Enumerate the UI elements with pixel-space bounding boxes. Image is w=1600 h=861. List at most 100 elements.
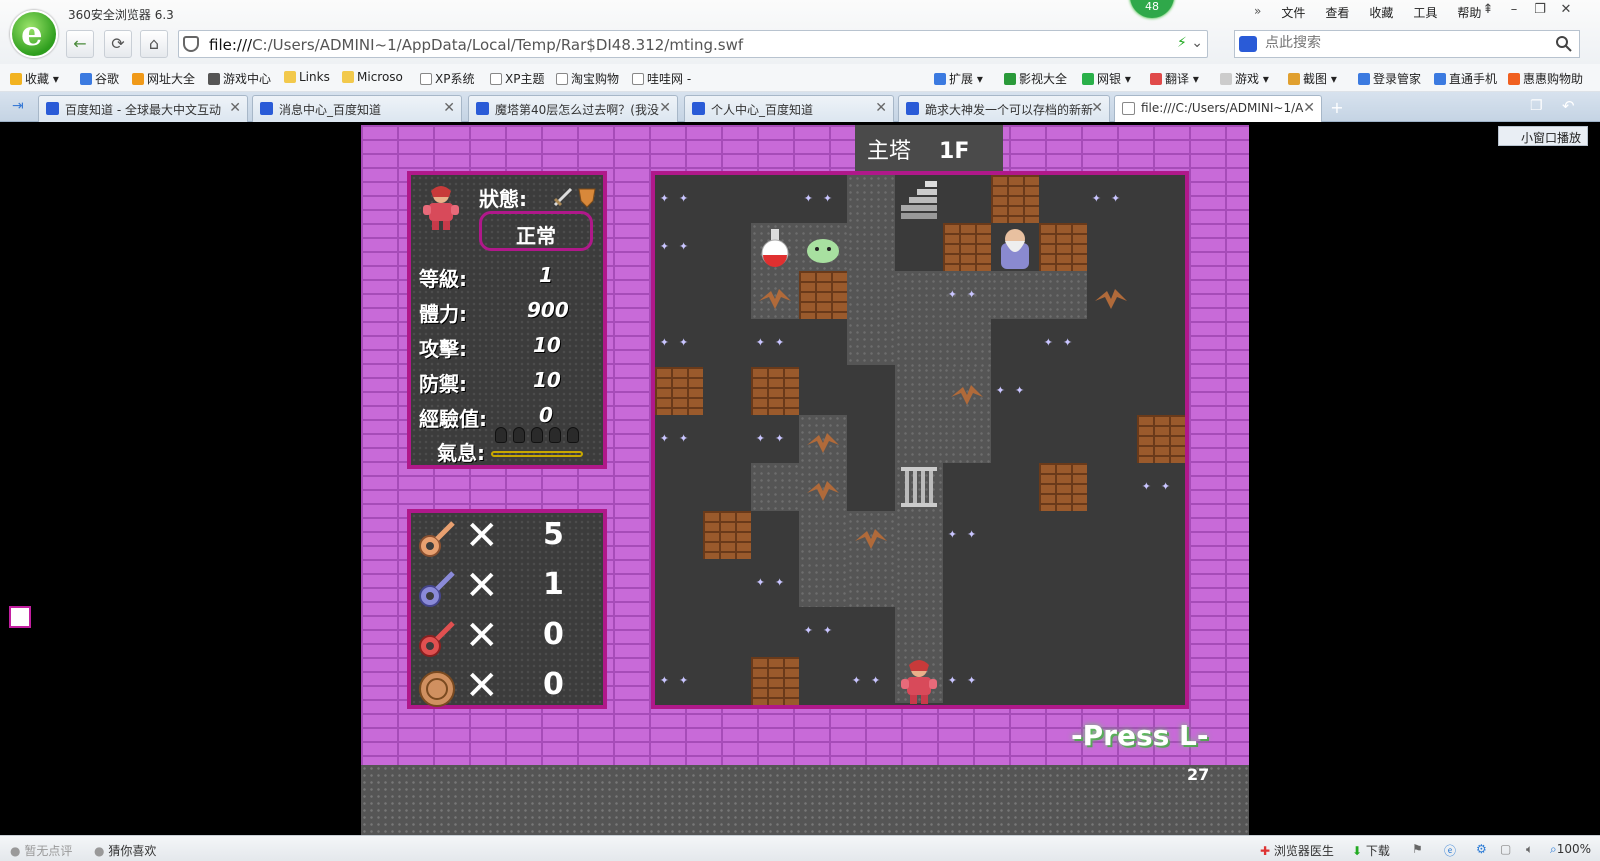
bank-icon bbox=[1082, 73, 1094, 85]
toolbar-bank[interactable]: 网银 ▾ bbox=[1082, 70, 1131, 87]
bookmark-links[interactable]: Links bbox=[284, 70, 330, 84]
tab-message-center[interactable]: 消息中心_百度知道 ✕ bbox=[252, 95, 462, 122]
bat-monster-icon[interactable] bbox=[847, 511, 895, 559]
bookmark-favorites[interactable]: 收藏 ▾ bbox=[10, 70, 59, 87]
bookmark-google[interactable]: 谷歌 bbox=[80, 70, 119, 87]
tab-magic-tower-40[interactable]: 魔塔第40层怎么过去啊？(我没 ✕ bbox=[468, 95, 678, 122]
aura-pot-icon bbox=[513, 427, 525, 443]
flag-icon[interactable]: ⚑ bbox=[1412, 842, 1423, 856]
mini-window-label: 小窗口播放 bbox=[1521, 131, 1582, 145]
bookmark-label: Microso bbox=[357, 70, 403, 84]
menu-file[interactable]: 文件 bbox=[1281, 4, 1305, 21]
hero-player-icon[interactable] bbox=[895, 657, 943, 705]
close-icon[interactable]: ✕ bbox=[1303, 100, 1315, 116]
bat-monster-icon[interactable] bbox=[751, 271, 799, 319]
home-button[interactable]: ⌂ bbox=[140, 30, 168, 58]
tab-personal-center[interactable]: 个人中心_百度知道 ✕ bbox=[684, 95, 894, 122]
undo-close-icon[interactable]: ↶ bbox=[1562, 97, 1575, 115]
red-potion-icon[interactable] bbox=[751, 223, 799, 271]
tab-list-icon[interactable]: ❐ bbox=[1530, 98, 1543, 114]
pin-icon[interactable]: ⇞ bbox=[1476, 2, 1500, 22]
game-canvas[interactable]: 主塔 1F 狀態: 正常 等級: 1 體力: 900 攻擊: 10 防禦: 10… bbox=[361, 125, 1249, 835]
toolbar-shopping[interactable]: 惠惠购物助 bbox=[1508, 70, 1583, 87]
close-icon[interactable]: ✕ bbox=[229, 100, 241, 116]
url-text[interactable]: file:///C:/Users/ADMINI~1/AppData/Local/… bbox=[209, 36, 743, 54]
close-icon[interactable]: ✕ bbox=[443, 100, 455, 116]
tab-local-file[interactable]: file:///C:/Users/ADMINI~1/A ✕ bbox=[1114, 95, 1322, 122]
close-icon[interactable]: ✕ bbox=[875, 100, 887, 116]
download-button[interactable]: ⬇ 下载 bbox=[1352, 842, 1390, 859]
guess-you-like[interactable]: ● 猜你喜欢 bbox=[94, 842, 156, 859]
tab-label: 魔塔第40层怎么过去啊？(我没 bbox=[495, 103, 659, 117]
bookmark-microsoft[interactable]: Microso bbox=[342, 70, 403, 84]
bookmark-hao[interactable]: 网址大全 bbox=[132, 70, 195, 87]
baidu-paw-icon[interactable] bbox=[1239, 36, 1257, 52]
window-mode-icon[interactable]: ▢ bbox=[1500, 842, 1511, 856]
close-icon[interactable]: ✕ bbox=[659, 100, 671, 116]
iron-gate-icon[interactable] bbox=[895, 463, 943, 511]
floor-sign: 主塔 1F bbox=[855, 125, 1003, 171]
restore-button[interactable]: ❐ bbox=[1528, 2, 1552, 22]
star-tile: ✦✦ bbox=[1043, 336, 1083, 349]
blue-key-count: 1 bbox=[543, 567, 564, 602]
notification-badge[interactable]: 48 bbox=[1130, 0, 1174, 18]
url-prefix: file:/// bbox=[209, 36, 253, 54]
toolbar-translate[interactable]: 翻译 ▾ bbox=[1150, 70, 1199, 87]
times-icon: ✕ bbox=[465, 663, 499, 709]
bookmark-xp-theme[interactable]: XP主题 bbox=[490, 70, 544, 87]
menu-favorites[interactable]: 收藏 bbox=[1369, 4, 1393, 21]
search-bar bbox=[1234, 30, 1580, 58]
brick-wall bbox=[1039, 463, 1087, 511]
volume-icon[interactable]: 🔈︎ bbox=[1526, 842, 1533, 857]
toolbar-games[interactable]: 游戏 ▾ bbox=[1220, 70, 1269, 87]
address-bar[interactable]: file:///C:/Users/ADMINI~1/AppData/Local/… bbox=[178, 30, 1208, 58]
bat-monster-icon[interactable] bbox=[1087, 271, 1135, 319]
lightning-icon[interactable]: ⚡ bbox=[1177, 35, 1187, 51]
no-review-status[interactable]: ● 暂无点评 bbox=[10, 842, 72, 859]
new-tab-button[interactable]: + bbox=[1326, 98, 1348, 117]
toolbar-video[interactable]: 影视大全 bbox=[1004, 70, 1067, 87]
minimize-button[interactable]: – bbox=[1502, 2, 1526, 22]
stairs-up-icon[interactable] bbox=[895, 175, 943, 223]
old-man-npc-icon[interactable] bbox=[991, 223, 1039, 271]
dot-icon: ● bbox=[94, 844, 105, 858]
close-button[interactable]: ✕ bbox=[1554, 2, 1578, 22]
bookmark-xp-system[interactable]: XP系统 bbox=[420, 70, 474, 87]
browser-doctor[interactable]: ✚ 浏览器医生 bbox=[1260, 842, 1334, 859]
back-button[interactable]: ← bbox=[66, 30, 94, 58]
tab-baidu-zhidao[interactable]: 百度知道 - 全球最大中文互动 ✕ bbox=[38, 95, 248, 122]
bookmark-games[interactable]: 游戏中心 bbox=[208, 70, 271, 87]
search-input[interactable] bbox=[1265, 35, 1535, 51]
play-icon bbox=[1004, 73, 1016, 85]
mini-window-button[interactable]: 小窗口播放 bbox=[1498, 126, 1589, 146]
bat-monster-icon[interactable] bbox=[799, 463, 847, 511]
bookmark-wawa[interactable]: 哇哇网 - bbox=[632, 70, 691, 87]
green-slime-icon[interactable] bbox=[799, 223, 847, 271]
page-icon bbox=[490, 73, 502, 85]
bat-monster-icon[interactable] bbox=[799, 415, 847, 463]
stone-path bbox=[751, 463, 799, 511]
home-icon: ⌂ bbox=[148, 34, 160, 53]
ie-mode-icon[interactable]: ⓔ bbox=[1444, 842, 1456, 859]
menu-more-icon[interactable]: » bbox=[1254, 4, 1261, 21]
toolbar-login-manager[interactable]: 登录管家 bbox=[1358, 70, 1421, 87]
toolbar-extensions[interactable]: 扩展 ▾ bbox=[934, 70, 983, 87]
menu-view[interactable]: 查看 bbox=[1325, 4, 1349, 21]
brick-wall bbox=[655, 367, 703, 415]
bat-monster-icon[interactable] bbox=[943, 367, 991, 415]
search-icon[interactable] bbox=[1555, 35, 1573, 53]
toolbar-phone[interactable]: 直通手机 bbox=[1434, 70, 1497, 87]
refresh-button[interactable]: ⟳ bbox=[104, 30, 132, 58]
sidebar-toggle-icon[interactable]: ⇥ bbox=[12, 98, 24, 114]
close-icon[interactable]: ✕ bbox=[1091, 100, 1103, 116]
shield-icon[interactable] bbox=[183, 36, 199, 52]
zoom-level[interactable]: ⌕100% bbox=[1550, 842, 1591, 857]
chevron-down-icon[interactable]: ⌄ bbox=[1191, 35, 1203, 51]
menu-tools[interactable]: 工具 bbox=[1413, 4, 1437, 21]
settings-icon[interactable]: ⚙ bbox=[1476, 842, 1487, 856]
floor-map[interactable]: ✦✦ ✦✦ ✦✦ ✦✦ ✦✦ ✦✦ ✦✦ ✦✦ ✦✦ ✦✦ ✦✦ ✦✦ ✦✦ ✦… bbox=[655, 175, 1185, 705]
tab-save-request[interactable]: 跪求大神发一个可以存档的新新 ✕ bbox=[898, 95, 1110, 122]
step-counter: 27 bbox=[1187, 765, 1210, 784]
bookmark-taobao[interactable]: 淘宝购物 bbox=[556, 70, 619, 87]
toolbar-screenshot[interactable]: 截图 ▾ bbox=[1288, 70, 1337, 87]
